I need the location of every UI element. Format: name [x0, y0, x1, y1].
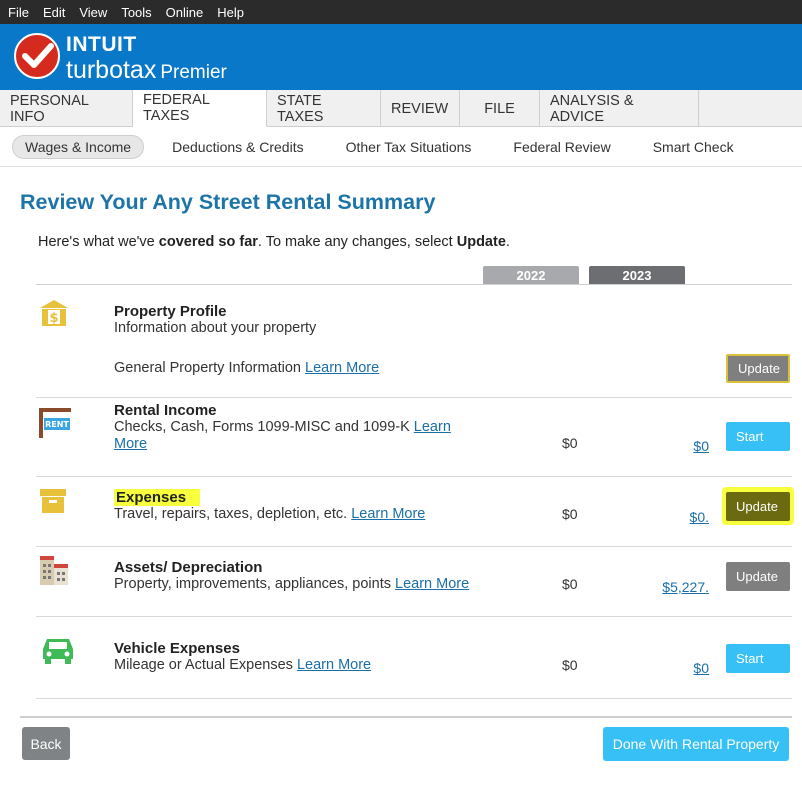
- value-2022: $0: [562, 576, 578, 592]
- tab-file[interactable]: FILE: [460, 90, 540, 127]
- row-vehicle-expenses: Vehicle Expenses Mileage or Actual Expen…: [36, 617, 792, 699]
- learn-more-link[interactable]: Learn More: [305, 360, 379, 376]
- subtab-other-tax-situations[interactable]: Other Tax Situations: [346, 139, 472, 155]
- value-2023-link[interactable]: $0: [629, 438, 709, 454]
- subtab-wages-income[interactable]: Wages & Income: [12, 134, 145, 159]
- sub-tabs: Wages & Income Deductions & Credits Othe…: [0, 127, 802, 167]
- menu-online[interactable]: Online: [166, 5, 204, 20]
- svg-text:RENT: RENT: [45, 420, 69, 429]
- tab-federal-taxes[interactable]: FEDERAL TAXES: [133, 90, 267, 127]
- learn-more-link[interactable]: Learn More: [351, 506, 425, 522]
- intuit-logo-text: INTUIT: [66, 33, 137, 56]
- done-with-rental-property-button[interactable]: Done With Rental Property: [603, 727, 789, 761]
- start-button[interactable]: Start: [726, 644, 790, 673]
- car-icon: [40, 635, 76, 672]
- value-2023-link[interactable]: $0.: [629, 509, 709, 525]
- menu-view[interactable]: View: [79, 5, 107, 20]
- row-assets-depreciation: Assets/ Depreciation Property, improveme…: [36, 547, 792, 617]
- row-title: Rental Income: [114, 402, 217, 419]
- divider: [20, 716, 792, 718]
- turbotax-logo-text: turbotax Premier: [66, 56, 227, 84]
- row-rental-income: RENT Rental Income Checks, Cash, Forms 1…: [36, 398, 792, 477]
- row-property-profile: $ Property Profile Information about you…: [36, 285, 792, 398]
- main-tabs: PERSONAL INFO FEDERAL TAXES STATE TAXES …: [0, 90, 802, 127]
- subtab-federal-review[interactable]: Federal Review: [513, 139, 610, 155]
- row-expenses: Expenses Travel, repairs, taxes, depleti…: [36, 477, 794, 547]
- menu-help[interactable]: Help: [217, 5, 244, 20]
- subtab-deductions-credits[interactable]: Deductions & Credits: [172, 139, 304, 155]
- learn-more-link[interactable]: Learn More: [297, 657, 371, 673]
- menu-edit[interactable]: Edit: [43, 5, 65, 20]
- menu-tools[interactable]: Tools: [121, 5, 151, 20]
- menu-file[interactable]: File: [8, 5, 29, 20]
- rent-sign-icon: RENT: [38, 407, 72, 444]
- year-2023-header: 2023: [589, 266, 685, 284]
- start-button[interactable]: Start: [726, 422, 790, 451]
- learn-more-link[interactable]: Learn More: [395, 576, 469, 592]
- value-2023-link[interactable]: $5,227.: [629, 579, 709, 595]
- property-icon: $: [38, 299, 70, 332]
- value-2023-link[interactable]: $0: [629, 660, 709, 676]
- update-button[interactable]: Update: [726, 562, 790, 591]
- update-button[interactable]: Update: [726, 492, 790, 521]
- row-title: Vehicle Expenses: [114, 640, 240, 657]
- row-description: Property, improvements, appliances, poin…: [114, 576, 470, 592]
- value-2022: $0: [562, 435, 578, 451]
- row-description: Travel, repairs, taxes, depletion, etc. …: [114, 506, 426, 522]
- tab-state-taxes[interactable]: STATE TAXES: [267, 90, 381, 127]
- row-subtext: General Property Information Learn More: [114, 360, 380, 376]
- brand-bar: INTUIT turbotax Premier: [0, 24, 802, 90]
- tab-review[interactable]: REVIEW: [381, 90, 460, 127]
- row-title: Property Profile: [114, 303, 227, 320]
- update-button[interactable]: Update: [726, 354, 790, 383]
- row-description: Mileage or Actual Expenses Learn More: [114, 657, 372, 673]
- page-title: Review Your Any Street Rental Summary: [20, 190, 436, 214]
- subtab-smart-check[interactable]: Smart Check: [653, 139, 734, 155]
- row-description: Checks, Cash, Forms 1099-MISC and 1099-K…: [114, 419, 451, 452]
- row-title: Expenses: [114, 489, 201, 506]
- value-2022: $0: [562, 657, 578, 673]
- intro-text: Here's what we've covered so far. To mak…: [38, 234, 510, 250]
- storage-box-icon: [39, 487, 67, 520]
- year-2022-header: 2022: [483, 266, 579, 284]
- value-2022: $0: [562, 506, 578, 522]
- tab-analysis-advice[interactable]: ANALYSIS & ADVICE: [540, 90, 699, 127]
- row-title: Assets/ Depreciation: [114, 559, 263, 576]
- svg-text:$: $: [49, 311, 58, 326]
- menu-bar: File Edit View Tools Online Help: [0, 0, 802, 24]
- buildings-icon: [38, 555, 70, 592]
- checkmark-icon: [14, 33, 60, 79]
- tab-personal-info[interactable]: PERSONAL INFO: [0, 90, 133, 127]
- back-button[interactable]: Back: [22, 727, 70, 760]
- row-description: Information about your property: [114, 320, 317, 336]
